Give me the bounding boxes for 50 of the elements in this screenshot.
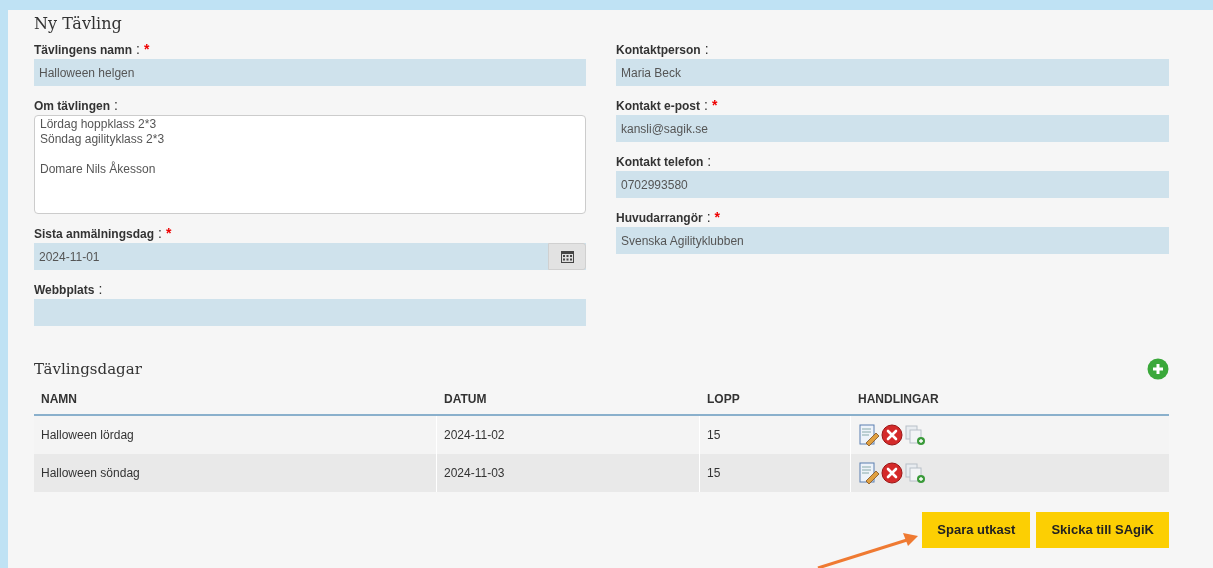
add-icon[interactable] — [1147, 358, 1169, 381]
calendar-button[interactable] — [548, 243, 586, 270]
input-field[interactable]: Maria Beck — [616, 59, 1169, 86]
field-label: Sista anmälningsdag — [34, 227, 155, 241]
edit-document-icon[interactable] — [858, 461, 880, 484]
input-field[interactable]: kansli@sagik.se — [616, 115, 1169, 142]
calendar-icon — [560, 250, 574, 263]
field-label: Kontakt telefon — [616, 155, 704, 169]
section-title: Tävlingsdagar — [34, 359, 142, 380]
field-label: Kontaktperson — [616, 43, 701, 57]
edit-document-icon[interactable] — [858, 423, 880, 446]
input-field[interactable]: 0702993580 — [616, 171, 1169, 198]
label-colon: : — [158, 226, 162, 240]
label-colon: : — [704, 98, 708, 112]
table-cell-text: 2024-11-03 — [444, 464, 505, 482]
label-colon: : — [114, 98, 118, 112]
table-cell-text: Halloween lördag — [41, 426, 134, 444]
table-cell-text: 15 — [707, 426, 721, 444]
required-mark: * — [165, 226, 172, 240]
date-value: 2024-11-01 — [38, 249, 101, 266]
required-mark: * — [714, 210, 721, 224]
label-colon: : — [707, 154, 712, 168]
label-colon: : — [704, 42, 709, 56]
field-label: Huvudarrangör — [616, 211, 703, 225]
delete-icon[interactable] — [881, 423, 903, 446]
label-colon: : — [706, 210, 711, 224]
input-field[interactable]: Halloween helgen — [34, 59, 586, 86]
table-cell-text: 15 — [707, 464, 721, 482]
delete-icon[interactable] — [881, 461, 903, 484]
required-mark: * — [143, 42, 150, 56]
date-field[interactable]: 2024-11-01 — [34, 243, 586, 270]
column-header: DATUM — [444, 391, 487, 408]
label-colon: : — [98, 282, 103, 296]
input-field[interactable]: Svenska Agilityklubben — [616, 227, 1169, 254]
action-button[interactable]: Skicka till SAgiK — [1036, 511, 1169, 548]
input-field[interactable] — [34, 299, 586, 326]
required-mark: * — [711, 98, 718, 112]
column-header: LOPP — [707, 391, 740, 408]
column-header: HANDLINGAR — [858, 391, 939, 408]
page-title: Ny Tävling — [34, 14, 123, 34]
action-button[interactable]: Spara utkast — [922, 511, 1031, 548]
field-label: Kontakt e-post — [616, 99, 700, 113]
label-colon: : — [136, 42, 140, 56]
table-cell-text: 2024-11-02 — [444, 426, 505, 444]
field-label: Tävlingens namn — [34, 43, 133, 57]
text-area[interactable]: Lördag hoppklass 2*3 Söndag agilityklass 2*3 Domare Nils Åkesson — [34, 115, 586, 214]
column-header: NAMN — [41, 391, 77, 408]
field-label: Om tävlingen — [34, 99, 110, 113]
table-cell-text: Halloween söndag — [41, 464, 140, 482]
field-label: Webbplats — [34, 283, 95, 297]
